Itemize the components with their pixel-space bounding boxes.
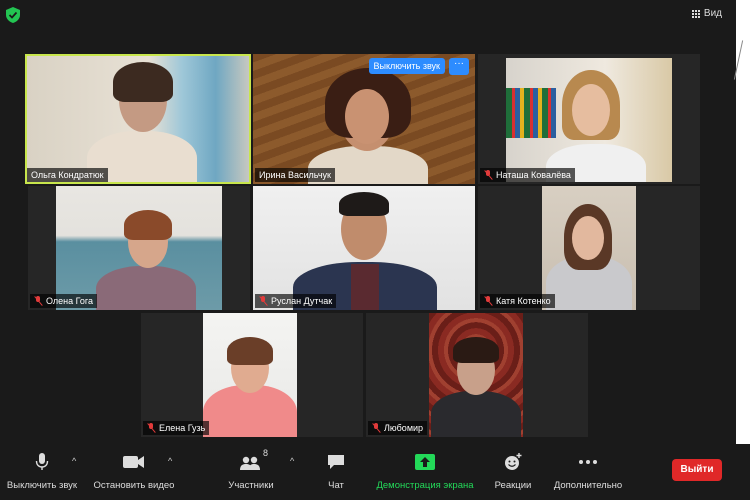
more-options-button[interactable]: Дополнительно — [548, 444, 628, 500]
video-label: Остановить видео — [93, 480, 175, 491]
shield-check-icon[interactable] — [6, 7, 20, 23]
chat-icon — [328, 455, 344, 469]
share-screen-button[interactable]: Демонстрация экрана — [372, 444, 478, 500]
share-label: Демонстрация экрана — [376, 480, 474, 491]
participant-tile[interactable]: Любомир — [366, 313, 588, 437]
more-label: Дополнительно — [553, 480, 623, 491]
audio-options-caret[interactable]: ^ — [72, 456, 76, 466]
microphone-icon — [35, 453, 49, 470]
participant-name: Ирина Васильчук — [259, 170, 331, 180]
grid-icon — [691, 9, 700, 18]
participants-count: 8 — [263, 448, 269, 458]
participant-name-tag: Любомир — [368, 421, 428, 435]
reactions-button[interactable]: Реакции — [490, 444, 536, 500]
participant-name-tag: Ирина Васильчук — [255, 168, 335, 182]
view-label: Вид — [703, 8, 722, 19]
participants-button[interactable]: 8 Участники — [220, 444, 282, 500]
participant-video — [253, 186, 475, 310]
participant-name-tag: Ольга Кондратюк — [27, 168, 108, 182]
participant-video — [27, 56, 249, 182]
chat-button[interactable]: Чат — [316, 444, 356, 500]
participant-tile[interactable]: Наташа Ковалёва — [478, 54, 700, 184]
reactions-icon — [505, 453, 522, 470]
participant-name: Любомир — [384, 423, 424, 433]
microphone-muted-icon — [484, 170, 493, 180]
participant-name-tag: Катя Котенко — [480, 294, 555, 308]
meeting-toolbar: Выключить звук ^ Остановить видео ^ 8 Уч… — [0, 444, 750, 500]
video-camera-icon — [123, 456, 144, 468]
meeting-topbar: Вид — [0, 0, 750, 30]
participant-name-tag: Олена Гога — [30, 294, 97, 308]
participant-tile[interactable]: Катя Котенко — [478, 186, 700, 310]
microphone-muted-icon — [34, 296, 43, 306]
participant-video — [542, 186, 636, 310]
participant-name-tag: Руслан Дутчак — [255, 294, 337, 308]
view-button[interactable]: Вид — [691, 8, 722, 19]
share-screen-icon — [415, 454, 435, 470]
participant-video — [429, 313, 523, 437]
microphone-muted-icon — [484, 296, 493, 306]
participant-name-tag: Наташа Ковалёва — [480, 168, 575, 182]
participant-video — [506, 58, 672, 182]
participants-label: Участники — [228, 480, 274, 491]
microphone-muted-icon — [372, 423, 381, 433]
participant-video — [203, 313, 297, 437]
participants-icon — [240, 456, 260, 470]
mute-button[interactable]: Выключить звук — [2, 444, 82, 500]
more-dots-icon — [579, 460, 597, 464]
participant-name: Олена Гога — [46, 296, 93, 306]
reactions-label: Реакции — [494, 480, 532, 491]
desktop-edge — [736, 0, 750, 470]
participant-tile[interactable]: Выключить звук ··· Ирина Васильчук — [253, 54, 475, 184]
participant-name: Ольга Кондратюк — [31, 170, 104, 180]
participant-more-button[interactable]: ··· — [449, 58, 469, 75]
participant-name-tag: Елена Гузь — [143, 421, 210, 435]
video-options-caret[interactable]: ^ — [168, 456, 172, 466]
microphone-muted-icon — [147, 423, 156, 433]
participant-name: Катя Котенко — [496, 296, 551, 306]
participant-name: Елена Гузь — [159, 423, 206, 433]
mute-label: Выключить звук — [6, 480, 78, 491]
stop-video-button[interactable]: Остановить видео — [90, 444, 178, 500]
participant-tile[interactable]: Елена Гузь — [141, 313, 363, 437]
participant-tile[interactable]: Олена Гога — [28, 186, 250, 310]
participant-name: Наташа Ковалёва — [496, 170, 571, 180]
mute-participant-button[interactable]: Выключить звук — [368, 58, 445, 74]
participant-tile[interactable]: Ольга Кондратюк — [25, 54, 251, 184]
participant-name: Руслан Дутчак — [271, 296, 333, 306]
chat-label: Чат — [328, 480, 344, 491]
leave-meeting-button[interactable]: Выйти — [672, 459, 722, 481]
participant-tile[interactable]: Руслан Дутчак — [253, 186, 475, 310]
participant-video — [56, 186, 222, 310]
microphone-muted-icon — [259, 296, 268, 306]
participants-options-caret[interactable]: ^ — [290, 456, 294, 466]
